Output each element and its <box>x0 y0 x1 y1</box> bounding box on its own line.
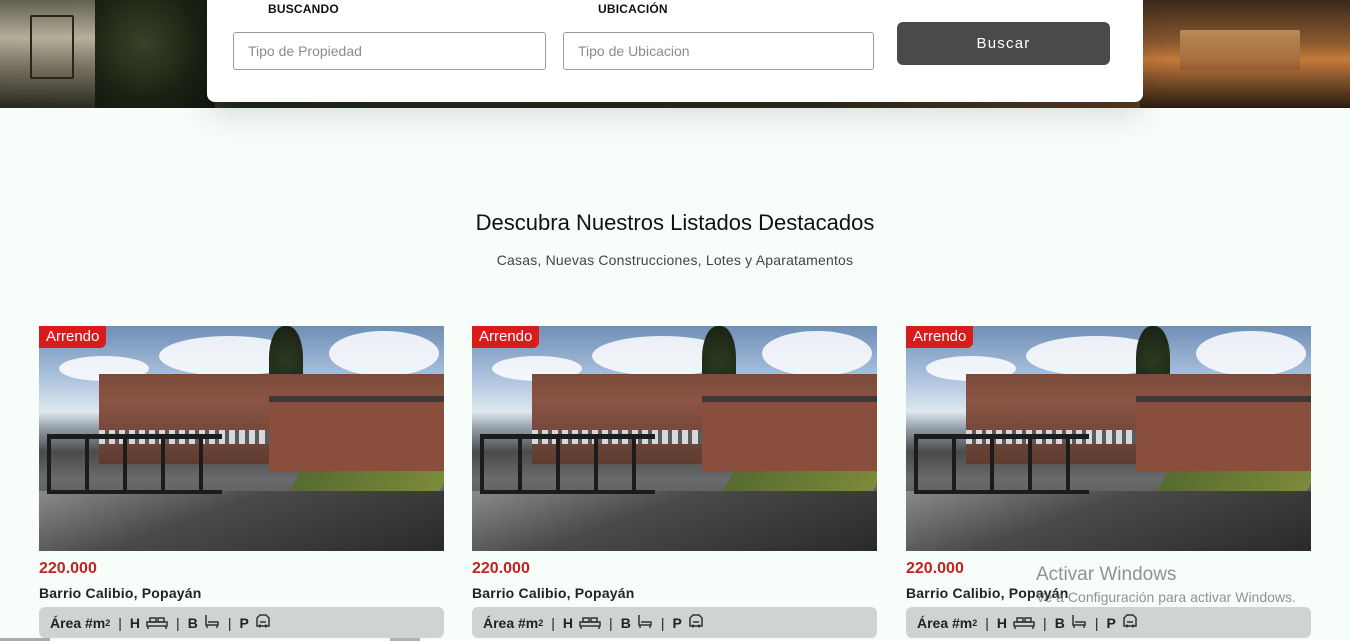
parking-label: P <box>1106 614 1116 631</box>
separator: | <box>1043 614 1047 631</box>
separator: | <box>551 614 555 631</box>
baths-label: B <box>187 614 198 631</box>
area-sup: 2 <box>972 617 978 628</box>
listing-location[interactable]: Barrio Calibio, Popayán <box>472 585 877 601</box>
windows-activation-subtitle: Ve a Configuración para activar Windows. <box>1036 589 1296 605</box>
listing-location[interactable]: Barrio Calibio, Popayán <box>39 585 444 601</box>
listing-price: 220.000 <box>39 560 97 577</box>
listing-card[interactable]: Arrendo 220.000 Barrio Calibio, Popayán … <box>39 326 444 638</box>
location-label: UBICACIÓN <box>598 2 668 16</box>
baths-label: B <box>620 614 631 631</box>
area-label: Área #m <box>483 614 539 631</box>
bath-icon <box>204 613 220 632</box>
bed-icon <box>146 613 168 632</box>
property-type-label: BUSCANDO <box>268 2 339 16</box>
listing-badge: Arrendo <box>39 326 107 348</box>
separator: | <box>985 614 989 631</box>
parking-label: P <box>672 614 682 631</box>
separator: | <box>660 614 665 631</box>
listing-badge: Arrendo <box>472 326 540 348</box>
separator: | <box>176 614 180 631</box>
area-sup: 2 <box>538 617 544 628</box>
listing-photo[interactable]: Arrendo <box>39 326 444 551</box>
parking-icon <box>1122 613 1138 632</box>
separator: | <box>118 614 122 631</box>
search-card: BUSCANDO UBICACIÓN Buscar <box>207 0 1143 102</box>
rooms-label: H <box>129 614 141 631</box>
location-input[interactable] <box>563 32 874 70</box>
area-sup: 2 <box>105 617 111 628</box>
separator: | <box>227 614 232 631</box>
parking-label: P <box>239 614 249 631</box>
separator: | <box>609 614 613 631</box>
area-label: Área #m <box>50 614 106 631</box>
area-label: Área #m <box>917 614 973 631</box>
parking-icon <box>688 613 704 632</box>
listing-price: 220.000 <box>472 560 530 577</box>
bath-icon <box>1071 613 1087 632</box>
listing-features: Área #m 2 | H | B | P <box>39 607 444 638</box>
search-button[interactable]: Buscar <box>897 22 1110 65</box>
listing-badge: Arrendo <box>906 326 974 348</box>
rooms-label: H <box>996 614 1008 631</box>
parking-icon <box>255 613 271 632</box>
listing-photo[interactable]: Arrendo <box>906 326 1311 551</box>
hero-house-image-left <box>0 0 110 108</box>
bath-icon <box>637 613 653 632</box>
bed-icon <box>1013 613 1035 632</box>
bed-icon <box>579 613 601 632</box>
rooms-label: H <box>562 614 574 631</box>
hero-tree-image <box>95 0 215 108</box>
featured-subtitle: Casas, Nuevas Construcciones, Lotes y Ap… <box>496 252 854 268</box>
windows-activation-title: Activar Windows <box>1036 564 1177 585</box>
property-type-input[interactable] <box>233 32 546 70</box>
listing-features: Área #m 2 | H | B | P <box>906 607 1311 638</box>
hero-house-image-right <box>1140 0 1350 108</box>
separator: | <box>1094 614 1099 631</box>
listing-photo[interactable]: Arrendo <box>472 326 877 551</box>
listing-features: Área #m 2 | H | B | P <box>472 607 877 638</box>
baths-label: B <box>1054 614 1065 631</box>
featured-title: Descubra Nuestros Listados Destacados <box>475 210 875 235</box>
listing-card[interactable]: Arrendo 220.000 Barrio Calibio, Popayán … <box>472 326 877 638</box>
